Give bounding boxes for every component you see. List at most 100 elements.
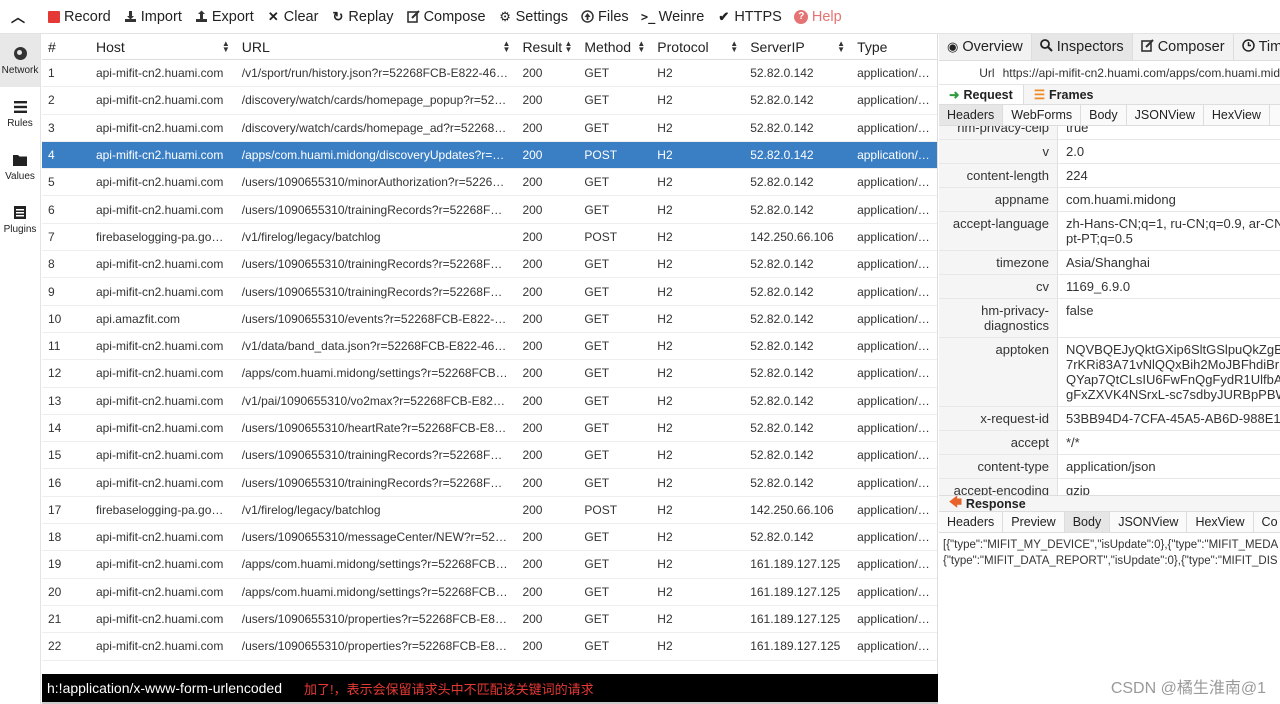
table-row[interactable]: 20 api-mifit-cn2.huami.com/apps/com.huami… xyxy=(42,579,937,606)
cell-method: GET xyxy=(584,175,610,190)
import-label: Import xyxy=(140,8,182,25)
table-row[interactable]: 21 api-mifit-cn2.huami.com/users/10906553… xyxy=(42,606,937,634)
table-row[interactable]: 2 api-mifit-cn2.huami.com/discovery/watch… xyxy=(42,87,937,115)
column-header-number[interactable]: # xyxy=(42,34,90,59)
cell-serverip: 52.82.0.142 xyxy=(750,148,814,163)
header-value[interactable]: true xyxy=(1058,126,1096,139)
column-header-host[interactable]: Host ▲ ▼ xyxy=(90,34,236,59)
header-value[interactable]: com.huami.midong xyxy=(1058,188,1184,211)
url-value[interactable]: https://api-mifit-cn2.huami.com/apps/com… xyxy=(1003,66,1280,80)
filter-command-bar[interactable]: h:!application/x-www-form-urlencoded 加了!… xyxy=(42,674,938,702)
cell-url: /v1/sport/run/history.json?r=52268FCB-E8… xyxy=(241,66,517,81)
table-row[interactable]: 7 firebaselogging-pa.googl... /v1/firelog/… xyxy=(42,224,937,252)
table-row[interactable]: 3 api-mifit-cn2.huami.com/discovery/watch… xyxy=(42,115,937,142)
sidebar-item-values[interactable]: Values xyxy=(0,140,40,193)
tab-timeline[interactable]: Tim xyxy=(1234,34,1280,60)
column-header-url[interactable]: URL ▲ ▼ xyxy=(236,34,517,59)
filter-command-input[interactable]: h:!application/x-www-form-urlencoded xyxy=(42,680,304,696)
replay-button[interactable]: ↻ Replay xyxy=(324,0,399,34)
tab-inspectors[interactable]: Inspectors xyxy=(1031,34,1133,60)
chevron-up-icon[interactable]: ︿ xyxy=(0,0,36,34)
tab-overview[interactable]: ◉ Overview xyxy=(939,34,1032,60)
tab-response-preview[interactable]: Preview xyxy=(1003,512,1065,532)
table-row[interactable]: 14 api-mifit-cn2.huami.com/users/10906553… xyxy=(42,415,937,443)
header-value[interactable]: zh-Hans-CN;q=1, ru-CN;q=0.9, ar-CN;q= pt… xyxy=(1058,212,1280,250)
tab-composer[interactable]: Composer xyxy=(1133,34,1234,60)
column-header-method[interactable]: Method ▲ ▼ xyxy=(578,34,651,59)
cell-type: application/x-p xyxy=(857,229,935,244)
sidebar: Network Rules Values Plugins xyxy=(0,34,41,704)
tab-request-body[interactable]: Body xyxy=(1081,105,1127,125)
tab-request[interactable]: ➜ Request xyxy=(939,85,1024,104)
sidebar-item-rules[interactable]: Rules xyxy=(0,87,40,140)
tab-response-hexview[interactable]: HexView xyxy=(1187,512,1254,532)
header-value[interactable]: 1169_6.9.0 xyxy=(1058,275,1138,298)
header-value[interactable]: Asia/Shanghai xyxy=(1058,251,1158,274)
sidebar-item-network[interactable]: Network xyxy=(0,34,40,87)
cell-host: api-mifit-cn2.huami.com xyxy=(95,66,224,81)
cell-serverip: 142.250.66.106 xyxy=(750,229,834,244)
tab-request-jsonview[interactable]: JSONView xyxy=(1127,105,1204,125)
column-header-serverip[interactable]: ServerIP ▲ ▼ xyxy=(744,34,851,59)
column-header-type[interactable]: Type xyxy=(851,34,937,59)
inspector-tabs: ◉ Overview Inspectors Composer Tim xyxy=(939,34,1280,61)
table-row[interactable]: 16 api-mifit-cn2.huami.com/users/10906553… xyxy=(42,469,937,497)
compose-button[interactable]: Compose xyxy=(400,0,492,34)
tab-frames[interactable]: ☰ Frames xyxy=(1024,85,1104,104)
table-row[interactable]: 15 api-mifit-cn2.huami.com/users/10906553… xyxy=(42,442,937,470)
settings-button[interactable]: ⚙ Settings xyxy=(492,0,574,34)
table-row[interactable]: 1 api-mifit-cn2.huami.com/v1/sport/run/hi… xyxy=(42,60,937,88)
record-button[interactable]: Record xyxy=(40,0,117,34)
table-row[interactable]: 5 api-mifit-cn2.huami.com/users/109065531… xyxy=(42,169,937,197)
header-value[interactable]: 224 xyxy=(1058,164,1096,187)
header-value[interactable]: 53BB94D4-7CFA-45A5-AB6D-988E138F xyxy=(1058,407,1280,430)
header-row: accept-encoding gzip xyxy=(939,479,1280,495)
table-row[interactable]: 10 api.amazfit.com/users/1090655310/event… xyxy=(42,306,937,333)
table-row[interactable]: 19 api-mifit-cn2.huami.com/apps/com.huami… xyxy=(42,551,937,579)
table-row[interactable]: 18 api-mifit-cn2.huami.com/users/10906553… xyxy=(42,524,937,552)
table-row[interactable]: 9 api-mifit-cn2.huami.com/users/109065531… xyxy=(42,278,937,306)
table-row[interactable]: 17 firebaselogging-pa.googl... /v1/firelog… xyxy=(42,497,937,525)
files-button[interactable]: Files xyxy=(574,0,635,34)
tab-response-jsonview[interactable]: JSONView xyxy=(1110,512,1188,532)
record-icon xyxy=(46,9,61,24)
column-header-protocol[interactable]: Protocol ▲ ▼ xyxy=(651,34,744,59)
tab-request-webforms[interactable]: WebForms xyxy=(1003,105,1082,125)
https-button[interactable]: ✔ HTTPS xyxy=(710,0,788,34)
clear-button[interactable]: ✕ Clear xyxy=(260,0,325,34)
table-row[interactable]: 22 api-mifit-cn2.huami.com/users/10906553… xyxy=(42,633,937,661)
column-header-result[interactable]: Result ▲ ▼ xyxy=(516,34,578,59)
tab-request-headers[interactable]: Headers xyxy=(939,105,1004,125)
tab-response-cookies[interactable]: Co xyxy=(1254,512,1280,532)
table-row[interactable]: 4 api-mifit-cn2.huami.com/apps/com.huami.… xyxy=(42,141,937,170)
menu-icon: ☰ xyxy=(1033,88,1046,102)
header-value[interactable]: 2.0 xyxy=(1058,140,1092,163)
table-row[interactable]: 8 api-mifit-cn2.huami.com/users/109065531… xyxy=(42,251,937,279)
help-button[interactable]: ? Help xyxy=(788,0,848,34)
response-body-text[interactable]: [{"type":"MIFIT_MY_DEVICE","isUpdate":0}… xyxy=(939,533,1280,573)
cell-type: application/jso xyxy=(857,202,934,217)
tab-request-hexview[interactable]: HexView xyxy=(1204,105,1270,125)
header-value[interactable]: application/json xyxy=(1058,455,1164,478)
sidebar-item-plugins[interactable]: Plugins xyxy=(0,193,40,246)
tab-label: Composer xyxy=(1157,39,1225,55)
header-row: accept */* xyxy=(939,431,1280,455)
import-button[interactable]: Import xyxy=(117,0,188,34)
table-row[interactable]: 12 api-mifit-cn2.huami.com/apps/com.huami… xyxy=(42,360,937,388)
header-value[interactable]: */* xyxy=(1058,431,1088,454)
header-value[interactable]: NQVBQEJyQktGXip6SltGSlpuQkZgBAAI 7rKRi83… xyxy=(1058,338,1280,406)
export-button[interactable]: Export xyxy=(188,0,260,34)
tab-response-headers[interactable]: Headers xyxy=(939,512,1004,532)
table-row[interactable]: 6 api-mifit-cn2.huami.com/users/109065531… xyxy=(42,196,937,224)
cell-method: GET xyxy=(584,557,610,572)
header-value[interactable]: gzip xyxy=(1058,479,1098,495)
weinre-button[interactable]: >_ Weinre xyxy=(635,0,711,34)
cell-protocol: H2 xyxy=(657,448,673,463)
tab-response-body[interactable]: Body xyxy=(1064,512,1111,532)
header-value[interactable]: false xyxy=(1058,299,1101,337)
cell-protocol: H2 xyxy=(657,66,673,81)
cell-result: 200 xyxy=(522,421,543,435)
gear-icon: ⚙ xyxy=(499,8,511,24)
table-row[interactable]: 13 api-mifit-cn2.huami.com/v1/pai/1090655… xyxy=(42,388,937,415)
table-row[interactable]: 11 api-mifit-cn2.huami.com/v1/data/band_d… xyxy=(42,333,937,361)
